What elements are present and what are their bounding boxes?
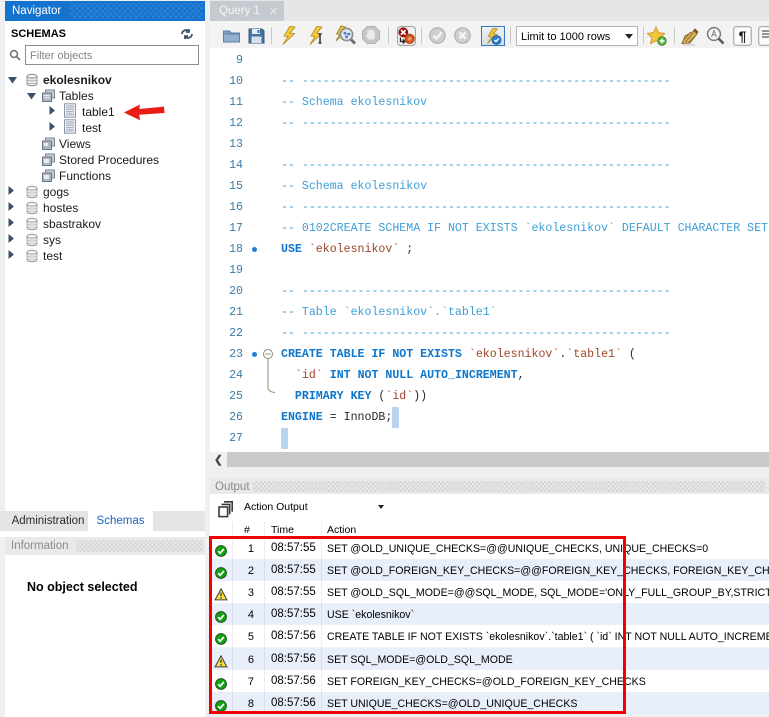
svg-text:¶: ¶	[739, 28, 747, 44]
